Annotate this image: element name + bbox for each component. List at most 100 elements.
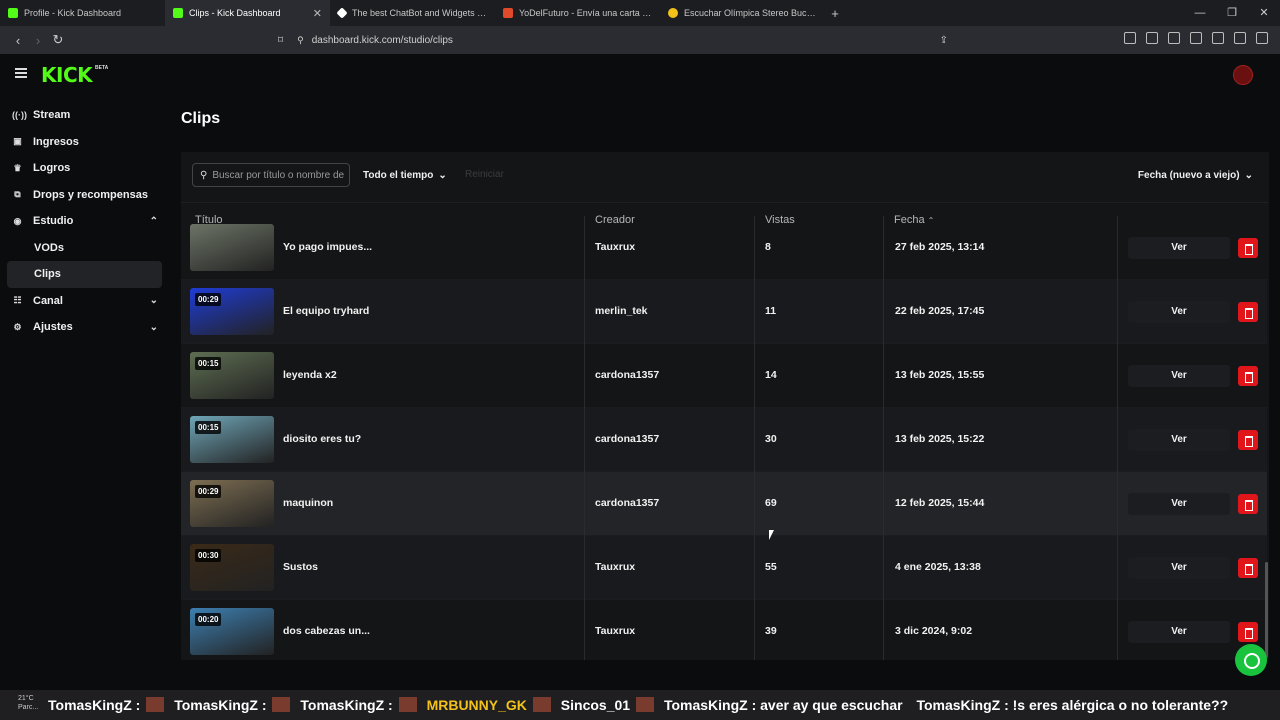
sidebar-item-canal[interactable]: ☷ Canal ⌄ — [0, 288, 170, 315]
taskbar: 21°C Parc... TomasKingZ : TomasKingZ : T… — [0, 690, 1280, 720]
clip-thumbnail[interactable]: 00:29 — [190, 288, 274, 335]
kick-logo[interactable]: KICK — [41, 63, 93, 87]
sidebar-item-vods[interactable]: VODs — [0, 235, 170, 262]
column-divider — [754, 472, 755, 536]
clip-title[interactable]: El equipo tryhard — [283, 305, 369, 317]
clip-title[interactable]: diosito eres tu? — [283, 433, 361, 445]
channel-icon: ☷ — [13, 295, 22, 306]
address-bar: ‹ › ↻ ⌑ ⚲ dashboard.kick.com/studio/clip… — [0, 26, 1280, 72]
table-row[interactable]: 00:15 leyenda x2 cardona1357 14 13 feb 2… — [181, 344, 1267, 408]
reload-icon[interactable]: ↻ — [48, 32, 68, 48]
clip-thumbnail[interactable] — [190, 224, 274, 271]
close-tab-icon[interactable]: ✕ — [313, 7, 322, 20]
chevron-down-icon: ⌄ — [438, 169, 447, 181]
view-clip-button[interactable]: Ver — [1128, 493, 1230, 515]
share-icon[interactable]: ⇪ — [940, 35, 948, 46]
sidebar-item-label: Estudio — [33, 215, 74, 228]
tab-clips[interactable]: Clips - Kick Dashboard ✕ — [165, 0, 330, 26]
table-row[interactable]: 00:20 dos cabezas un... Tauxrux 39 3 dic… — [181, 600, 1267, 660]
scrollbar[interactable] — [1265, 562, 1268, 658]
sidebar-icon[interactable] — [1168, 32, 1180, 44]
table-row[interactable]: 00:29 maquinon cardona1357 69 12 feb 202… — [181, 472, 1267, 536]
clip-thumbnail[interactable]: 00:15 — [190, 416, 274, 463]
sidebar-item-label: Drops y recompensas — [33, 188, 148, 201]
column-divider — [1117, 600, 1118, 660]
tab-profile[interactable]: Profile - Kick Dashboard — [0, 0, 165, 26]
column-divider — [754, 280, 755, 344]
media-icon[interactable] — [1146, 32, 1158, 44]
clip-title[interactable]: Yo pago impues... — [283, 241, 372, 253]
clip-title[interactable]: dos cabezas un... — [283, 625, 370, 637]
bookmark-icon[interactable]: ⌑ — [278, 35, 283, 46]
back-icon[interactable]: ‹ — [8, 33, 28, 48]
clip-title[interactable]: leyenda x2 — [283, 369, 337, 381]
leo-icon[interactable] — [1212, 32, 1224, 44]
url-field[interactable]: ⌑ ⚲ dashboard.kick.com/studio/clips ⇪ — [278, 30, 1000, 50]
menu-icon[interactable] — [1256, 32, 1268, 44]
delete-clip-button[interactable] — [1238, 622, 1258, 642]
site-info-icon[interactable]: ⚲ — [297, 35, 304, 46]
view-clip-button[interactable]: Ver — [1128, 365, 1230, 387]
avatar[interactable] — [1233, 65, 1253, 85]
sidebar-item-label: Ajustes — [33, 321, 73, 334]
delete-clip-button[interactable] — [1238, 430, 1258, 450]
restore-icon[interactable]: ❐ — [1216, 0, 1248, 26]
tab-olimpica[interactable]: Escuchar Olímpica Stereo Bucaramanga — [660, 0, 825, 26]
vpn-icon[interactable] — [1234, 32, 1246, 44]
reader-icon[interactable] — [1124, 32, 1136, 44]
view-clip-button[interactable]: Ver — [1128, 429, 1230, 451]
sort-dropdown[interactable]: Fecha (nuevo a viejo) ⌄ — [1138, 163, 1253, 187]
column-divider — [754, 216, 755, 280]
sidebar-item-estudio[interactable]: ◉ Estudio ⌃ — [0, 208, 170, 235]
forward-icon[interactable]: › — [28, 33, 48, 48]
view-clip-button[interactable]: Ver — [1128, 557, 1230, 579]
table-row[interactable]: 00:15 diosito eres tu? cardona1357 30 13… — [181, 408, 1267, 472]
clip-thumbnail[interactable]: 00:20 — [190, 608, 274, 655]
table-row[interactable]: 00:30 Sustos Tauxrux 55 4 ene 2025, 13:3… — [181, 536, 1267, 600]
column-divider — [754, 536, 755, 600]
sidebar-item-clips[interactable]: Clips — [7, 261, 162, 288]
view-clip-button[interactable]: Ver — [1128, 237, 1230, 259]
support-chat-button[interactable] — [1235, 644, 1267, 676]
view-clip-button[interactable]: Ver — [1128, 621, 1230, 643]
weather-desc: Parc... — [18, 704, 39, 711]
delete-clip-button[interactable] — [1238, 238, 1258, 258]
clip-thumbnail[interactable]: 00:15 — [190, 352, 274, 399]
letter-favicon-icon — [503, 8, 513, 18]
hamburger-menu-icon[interactable] — [15, 68, 27, 78]
sidebar-item-drops[interactable]: ⧉ Drops y recompensas — [0, 182, 170, 209]
column-divider — [584, 600, 585, 660]
wallet-icon[interactable] — [1190, 32, 1202, 44]
tab-yodelfuturo[interactable]: YoDelFuturo - Envía una carta a tu yo — [495, 0, 660, 26]
clip-title[interactable]: maquinon — [283, 497, 333, 509]
ticker-message: TomasKingZ : — [300, 697, 393, 713]
weather-widget[interactable]: 21°C Parc... — [18, 694, 38, 712]
clip-creator: cardona1357 — [595, 369, 660, 381]
table-row[interactable]: Yo pago impues... Tauxrux 8 27 feb 2025,… — [181, 216, 1267, 280]
view-clip-button[interactable]: Ver — [1128, 301, 1230, 323]
delete-clip-button[interactable] — [1238, 302, 1258, 322]
close-window-icon[interactable]: ✕ — [1248, 0, 1280, 26]
delete-clip-button[interactable] — [1238, 494, 1258, 514]
delete-clip-button[interactable] — [1238, 558, 1258, 578]
page-title: Clips — [181, 110, 221, 127]
time-filter-dropdown[interactable]: Todo el tiempo ⌄ — [363, 163, 447, 187]
avatar — [146, 697, 165, 712]
clip-duration: 00:29 — [195, 485, 222, 498]
minimize-icon[interactable]: — — [1184, 0, 1216, 26]
clip-thumbnail[interactable]: 00:30 — [190, 544, 274, 591]
table-row[interactable]: 00:29 El equipo tryhard merlin_tek 11 22… — [181, 280, 1267, 344]
sidebar-item-label: Stream — [33, 109, 71, 122]
clip-title[interactable]: Sustos — [283, 561, 318, 573]
column-divider — [1117, 408, 1118, 472]
tab-chatbot[interactable]: The best ChatBot and Widgets for Kick — [330, 0, 495, 26]
new-tab-button[interactable]: + — [825, 6, 845, 21]
sidebar-item-stream[interactable]: ((·)) Stream — [0, 102, 170, 129]
mouse-cursor — [769, 530, 774, 540]
search-input[interactable]: ⚲ Buscar por título o nombre de — [192, 163, 350, 187]
clip-thumbnail[interactable]: 00:29 — [190, 480, 274, 527]
sidebar-item-logros[interactable]: ♛ Logros — [0, 155, 170, 182]
delete-clip-button[interactable] — [1238, 366, 1258, 386]
sidebar-item-ajustes[interactable]: ⚙ Ajustes ⌄ — [0, 314, 170, 341]
sidebar-item-ingresos[interactable]: ▣ Ingresos — [0, 129, 170, 156]
